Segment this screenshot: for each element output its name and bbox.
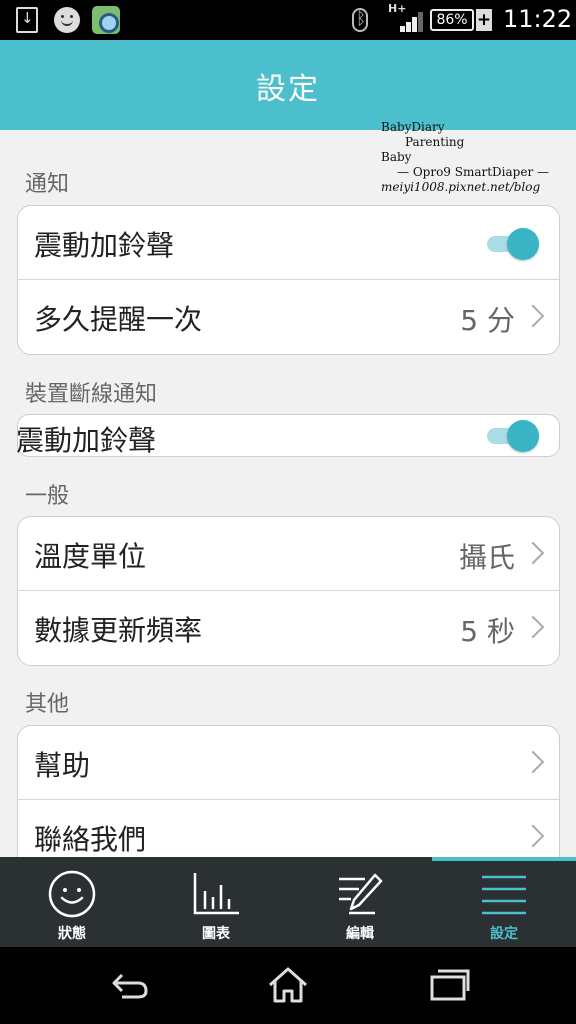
tab-status[interactable]: 狀態 — [0, 857, 144, 947]
row-label: 溫度單位 — [34, 540, 147, 573]
watermark-line: Baby — [381, 150, 412, 164]
vibrate-ring-row[interactable]: 震動加鈴聲 — [18, 206, 559, 280]
vibrate-ring-toggle[interactable] — [487, 228, 539, 260]
remind-interval-row[interactable]: 多久提醒一次 5 分 — [18, 280, 559, 354]
watermark-url: meiyi1008.pixnet.net/blog — [381, 180, 541, 194]
toggle-knob — [507, 228, 539, 260]
refresh-rate-row[interactable]: 數據更新頻率 5 秒 — [18, 591, 559, 665]
signal-icon — [400, 12, 424, 32]
smiley-icon — [54, 7, 80, 33]
remind-interval-value: 5 分 — [460, 304, 515, 337]
watermark-line: — Opro9 SmartDiaper — — [397, 165, 550, 179]
row-label: 聯絡我們 — [34, 823, 147, 856]
section-label-notify: 通知 — [25, 172, 70, 197]
download-icon — [16, 7, 38, 33]
row-label: 幫助 — [34, 749, 91, 782]
section-label-general: 一般 — [25, 484, 70, 509]
general-card: 溫度單位 攝氏 數據更新頻率 5 秒 — [17, 516, 560, 666]
disconnect-vibrate-row[interactable]: 震動加鈴聲 — [16, 415, 559, 458]
watermark: BabyDiary Parenting Baby — Opro9 SmartDi… — [381, 120, 549, 195]
battery-icon: 86% — [430, 9, 474, 31]
camera-app-icon — [92, 6, 120, 34]
bluetooth-icon — [352, 8, 368, 32]
disconnect-card: 震動加鈴聲 — [16, 414, 560, 458]
tab-chart[interactable]: 圖表 — [144, 857, 288, 947]
row-label: 數據更新頻率 — [34, 614, 203, 647]
app-header: 設定 — [0, 40, 576, 130]
tab-label: 狀態 — [58, 926, 86, 942]
tab-label: 設定 — [490, 926, 518, 942]
section-label-disconnect: 裝置斷線通知 — [25, 382, 158, 407]
system-nav-bar — [0, 947, 576, 1024]
toggle-knob — [507, 420, 539, 452]
clock: 11:22 — [503, 5, 573, 33]
help-row[interactable]: 幫助 — [18, 726, 559, 800]
chevron-right-icon — [521, 750, 545, 774]
tab-label: 編輯 — [346, 926, 374, 942]
bottom-tab-bar: 狀態 圖表 編輯 設定 — [0, 857, 576, 947]
notify-card: 震動加鈴聲 多久提醒一次 5 分 — [17, 205, 560, 355]
bar-chart-icon — [193, 873, 239, 915]
smiley-face-icon — [48, 870, 96, 918]
tab-label: 圖表 — [202, 926, 230, 942]
page-title: 設定 — [256, 72, 320, 107]
watermark-line: Parenting — [405, 135, 465, 149]
edit-pencil-icon — [339, 873, 383, 915]
chevron-right-icon — [521, 541, 545, 565]
menu-lines-icon — [482, 875, 526, 915]
active-tab-indicator — [432, 857, 576, 861]
chevron-right-icon — [521, 615, 545, 639]
contact-us-row[interactable]: 聯絡我們 — [18, 800, 559, 865]
watermark-line: BabyDiary — [381, 120, 445, 134]
disconnect-vibrate-toggle[interactable] — [487, 420, 539, 452]
section-label-other: 其他 — [25, 692, 70, 717]
status-bar: H+ 86% + 11:22 — [0, 0, 576, 40]
temp-unit-row[interactable]: 溫度單位 攝氏 — [18, 517, 559, 591]
home-icon[interactable] — [266, 965, 310, 1005]
tab-edit[interactable]: 編輯 — [288, 857, 432, 947]
row-label: 多久提醒一次 — [34, 303, 203, 336]
temp-unit-value: 攝氏 — [458, 541, 515, 574]
row-label: 震動加鈴聲 — [16, 424, 157, 457]
recent-apps-icon[interactable] — [426, 965, 470, 1005]
row-label: 震動加鈴聲 — [34, 229, 175, 262]
chevron-right-icon — [521, 824, 545, 848]
other-card: 幫助 聯絡我們 — [17, 725, 560, 865]
tab-settings[interactable]: 設定 — [432, 857, 576, 947]
refresh-rate-value: 5 秒 — [460, 615, 515, 648]
charging-icon: + — [476, 9, 492, 31]
back-icon[interactable] — [108, 965, 152, 1005]
chevron-right-icon — [521, 304, 545, 328]
